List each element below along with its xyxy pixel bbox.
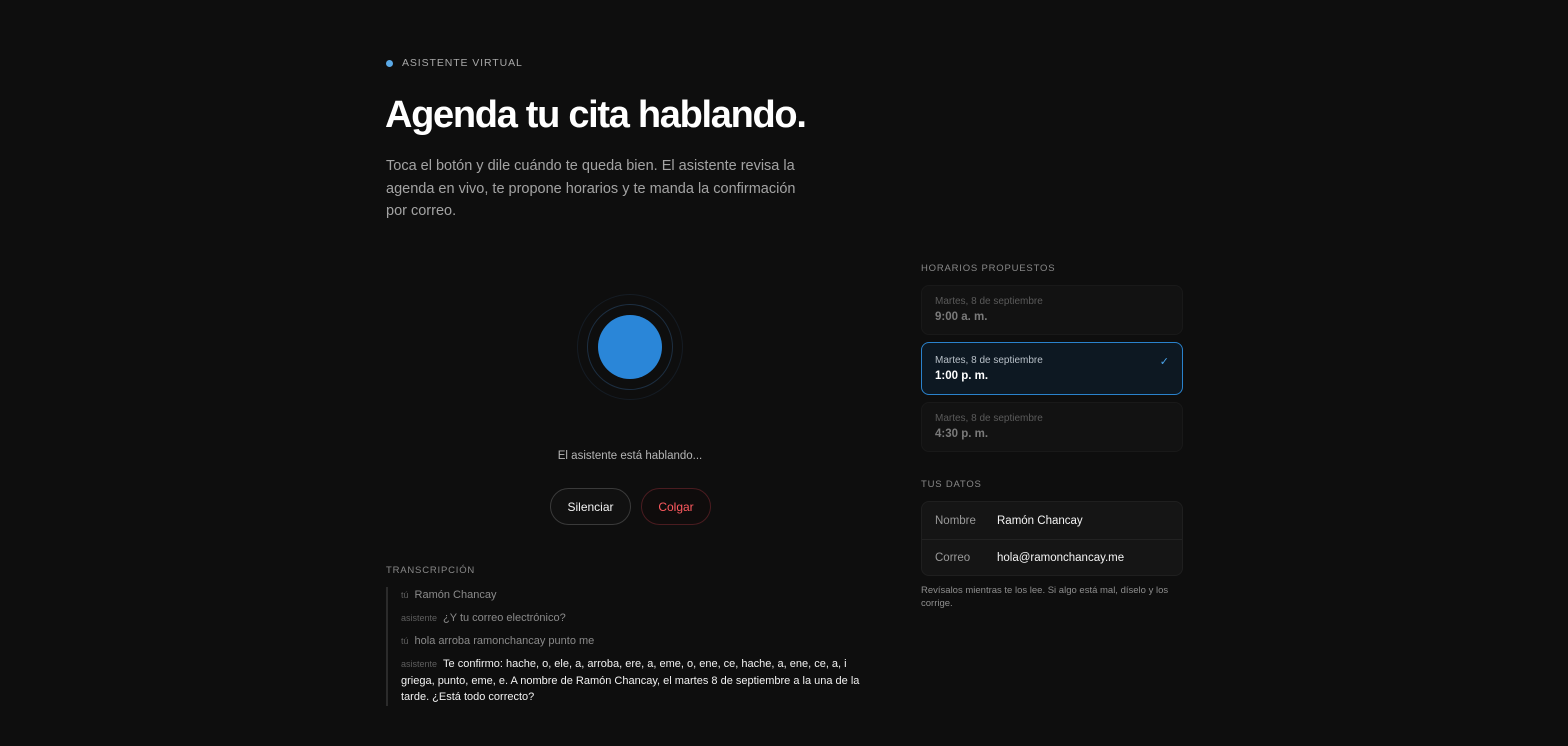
transcript-text: Ramón Chancay <box>414 589 497 601</box>
transcript-text: ¿Y tu correo electrónico? <box>443 612 566 624</box>
details-note: Revísalos mientras te los lee. Si algo e… <box>921 585 1169 609</box>
transcript-line: asistente Te confirmo: hache, o, ele, a, … <box>401 656 878 706</box>
time-slot[interactable]: Martes, 8 de septiembre 9:00 a. m. <box>921 285 1183 335</box>
mute-button[interactable]: Silenciar <box>550 488 631 525</box>
transcript-line: asistente ¿Y tu correo electrónico? <box>401 610 878 627</box>
details-label: TUS DATOS <box>921 479 982 490</box>
transcript-text: Te confirmo: hache, o, ele, a, arroba, e… <box>401 658 860 703</box>
slot-time: 9:00 a. m. <box>935 311 988 323</box>
voice-orb <box>577 294 683 400</box>
orb-core <box>598 315 662 379</box>
transcript-line: tú Ramón Chancay <box>401 587 878 604</box>
transcript-speaker: asistente <box>401 613 438 623</box>
email-key: Correo <box>935 552 971 564</box>
eyebrow: ASISTENTE VIRTUAL <box>386 57 523 69</box>
slot-date: Martes, 8 de septiembre <box>935 296 1043 307</box>
slot-date: Martes, 8 de septiembre <box>935 355 1043 366</box>
email-value: hola@ramonchancay.me <box>997 552 1125 564</box>
name-key: Nombre <box>935 514 976 527</box>
slot-date: Martes, 8 de septiembre <box>935 413 1043 424</box>
transcript-speaker: asistente <box>401 659 438 669</box>
time-slot-selected[interactable]: Martes, 8 de septiembre 1:00 p. m. ✓ <box>921 342 1183 395</box>
email-row: Correo hola@ramonchancay.me <box>922 539 1182 575</box>
time-slot[interactable]: Martes, 8 de septiembre 4:30 p. m. <box>921 402 1183 452</box>
slot-time: 1:00 p. m. <box>935 370 989 382</box>
transcript-line: tú hola arroba ramonchancay punto me <box>401 633 878 650</box>
page: ASISTENTE VIRTUAL Agenda tu cita habland… <box>0 0 1568 746</box>
eyebrow-label: ASISTENTE VIRTUAL <box>402 57 523 69</box>
transcript: tú Ramón Chancay asistente ¿Y tu correo el… <box>386 587 878 706</box>
name-value: Ramón Chancay <box>997 514 1083 527</box>
transcript-speaker: tú <box>401 636 409 646</box>
call-status: El asistente está hablando... <box>557 450 703 462</box>
name-row: Nombre Ramón Chancay <box>922 502 1182 539</box>
transcript-label: TRANSCRIPCIÓN <box>386 565 476 576</box>
slot-time: 4:30 p. m. <box>935 428 989 440</box>
check-icon: ✓ <box>1159 356 1169 368</box>
call-controls: Silenciar Colgar <box>550 488 711 525</box>
hangup-button[interactable]: Colgar <box>641 488 711 525</box>
page-subtitle: Toca el botón y dile cuándo te queda bie… <box>386 158 796 219</box>
status-dot-icon <box>386 59 393 67</box>
transcript-text: hola arroba ramonchancay punto me <box>414 635 595 647</box>
details-card: Nombre Ramón Chancay Correo hola@ramonch… <box>921 501 1183 576</box>
page-title: Agenda tu cita hablando. <box>385 94 807 136</box>
transcript-speaker: tú <box>401 590 409 600</box>
slots-label: HORARIOS PROPUESTOS <box>921 263 1056 274</box>
